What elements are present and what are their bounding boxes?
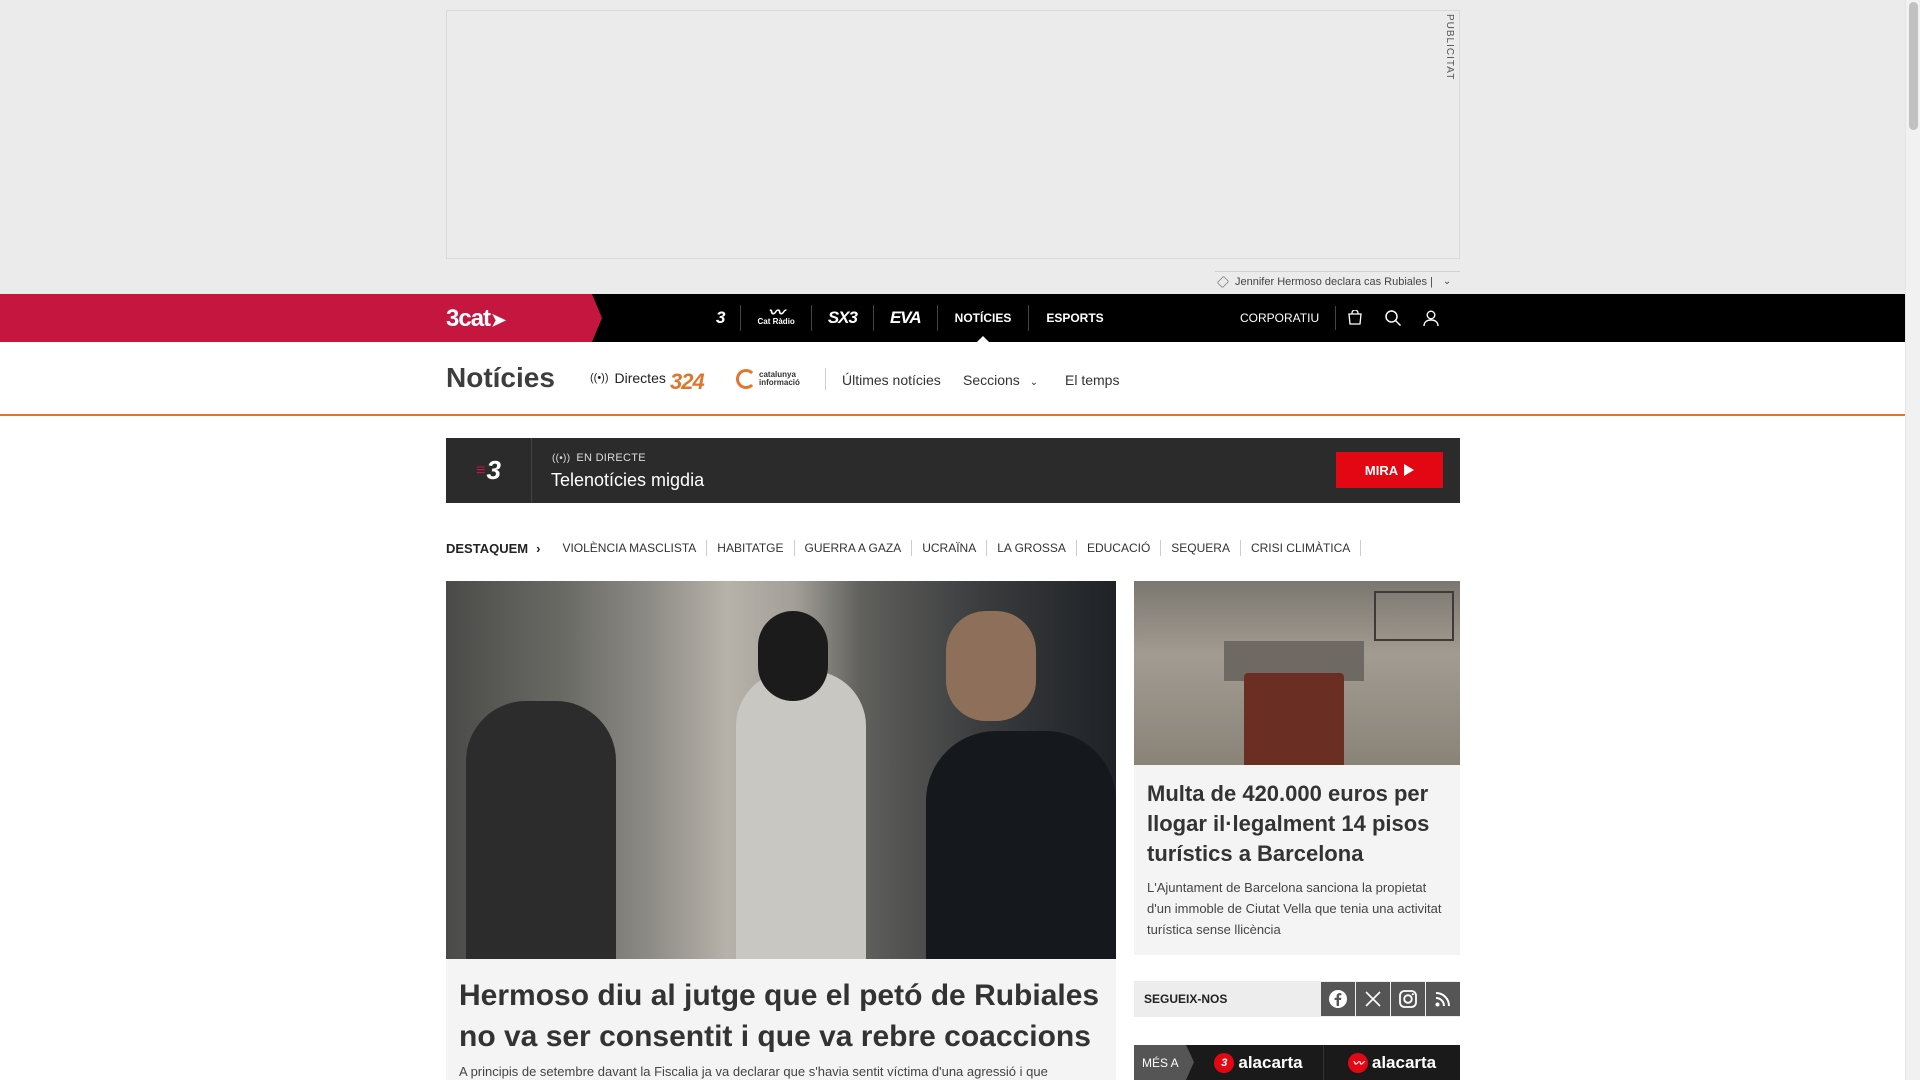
rss-icon[interactable] (1426, 982, 1460, 1016)
instagram-icon[interactable] (1391, 982, 1425, 1016)
ad-label: PUBLICITAT (1444, 14, 1455, 81)
photo-building (1244, 673, 1344, 765)
tv3-logo-icon: 3 (716, 308, 726, 327)
live-tag-text: EN DIRECTE (576, 452, 646, 464)
logo-cat-text: catalunya informació (759, 371, 800, 387)
catradio-alacarta-link[interactable]: 〰 alacarta (1324, 1045, 1460, 1080)
topic-tag[interactable]: HABITATGE (707, 540, 795, 556)
alacarta-label: alacarta (1238, 1052, 1303, 1072)
play-icon (1404, 464, 1415, 476)
nav-noticies[interactable]: NOTÍCIES (938, 305, 1030, 342)
brand-logo[interactable]: 3cat➤ (446, 305, 506, 333)
channel-eva[interactable]: EVA (874, 305, 938, 331)
logo-324[interactable]: 324 (670, 369, 705, 395)
scrollbar-thumb[interactable] (1909, 2, 1918, 130)
topic-tag[interactable]: EDUCACIÓ (1077, 540, 1162, 556)
chevron-down-icon[interactable]: ⌄ (1443, 276, 1451, 287)
watch-label: MIRA (1364, 462, 1399, 478)
featured-topics: DESTAQUEM › VIOLÈNCIA MASCLISTA HABITATG… (446, 538, 1362, 558)
x-icon[interactable] (1356, 982, 1390, 1016)
main-article-lead: A principis de setembre davant la Fiscal… (459, 1064, 1048, 1079)
el-temps-link[interactable]: El temps (1065, 372, 1119, 388)
eva-logo-icon: EVA (889, 308, 922, 327)
tv3-alacarta-link[interactable]: 3 alacarta (1194, 1045, 1324, 1080)
featured-heading-label: DESTAQUEM (446, 540, 529, 556)
follow-us-label: SEGUEIX-NOS (1144, 992, 1228, 1006)
photo-figure (946, 611, 1036, 721)
photo-figure (926, 731, 1116, 959)
side-article-title[interactable]: Multa de 420.000 euros per llogar il·leg… (1147, 779, 1452, 869)
logo-cat-line2: informació (759, 378, 800, 387)
divider (825, 368, 826, 390)
facebook-icon[interactable] (1321, 982, 1355, 1016)
live-title: Telenotícies migdia (551, 470, 705, 490)
page-scrollbar[interactable] (1905, 0, 1920, 1080)
catradio-label: Cat Ràdio (757, 317, 795, 326)
tag-icon (1216, 275, 1230, 288)
topic-tag[interactable]: SEQUERA (1161, 540, 1241, 556)
main-article-title[interactable]: Hermoso diu al jutge que el petó de Rubi… (459, 975, 1109, 1057)
ultimes-noticies-link[interactable]: Últimes notícies (842, 372, 941, 388)
topic-tag[interactable]: GUERRA A GAZA (795, 540, 913, 556)
photo-building (1374, 591, 1454, 641)
directes-link[interactable]: ((•)) Directes (590, 370, 666, 386)
brand-block (0, 294, 602, 342)
brand-logo-text: 3cat (446, 305, 491, 332)
watch-button[interactable]: MIRA (1336, 452, 1443, 488)
topic-tag[interactable]: UCRAÏNA (912, 540, 988, 556)
broadcast-icon: ((•)) (552, 452, 571, 464)
photo-figure (736, 671, 866, 959)
topic-tag[interactable]: VIOLÈNCIA MASCLISTA (552, 540, 708, 556)
ad-zone: PUBLICITAT Jennifer Hermoso declara cas … (0, 0, 1905, 294)
ad-banner[interactable] (446, 10, 1460, 259)
channel-sx3[interactable]: SX3 (812, 305, 874, 331)
photo-figure (466, 701, 616, 959)
follow-us-bar: SEGUEIX-NOS (1134, 981, 1460, 1017)
alacarta-bar: MÉS A 3 alacarta 〰 alacarta (1134, 1045, 1460, 1080)
main-article-photo[interactable] (446, 581, 1116, 959)
brand-arrow-icon: ➤ (491, 310, 506, 330)
logo-catalunya-informacio[interactable]: catalunya informació (736, 369, 800, 389)
chevron-down-icon: ⌄ (1029, 377, 1039, 388)
tv3-channel-logo: ≡ 3 (446, 438, 532, 503)
nav-esports[interactable]: ESPORTS (1029, 305, 1120, 331)
main-article-card: Hermoso diu al jutge que el petó de Rubi… (446, 959, 1116, 1080)
seccions-dropdown[interactable]: Seccions ⌄ (963, 372, 1038, 388)
channel-nav: 3 〰 Cat Ràdio SX3 EVA NOTÍCIES ESPORTS (700, 294, 1121, 342)
channel-catradio[interactable]: 〰 Cat Ràdio (741, 305, 812, 331)
shop-icon[interactable] (1336, 294, 1374, 342)
section-title[interactable]: Notícies (446, 362, 555, 394)
catradio-alacarta-icon: 〰 (1347, 1052, 1368, 1073)
mes-a-label: MÉS A (1134, 1045, 1194, 1080)
tv3-alacarta-icon: 3 (1214, 1052, 1235, 1073)
ci-logo-icon (736, 369, 756, 389)
topic-tag[interactable]: CRISI CLIMÀTICA (1241, 540, 1362, 556)
live-banner[interactable]: ≡ 3 ((•)) EN DIRECTE Telenotícies migdia … (446, 438, 1460, 503)
ad-ticker[interactable]: Jennifer Hermoso declara cas Rubiales | … (1215, 271, 1460, 291)
channel-tv3[interactable]: 3 (700, 305, 742, 331)
user-icon[interactable] (1412, 294, 1450, 342)
search-icon[interactable] (1374, 294, 1412, 342)
sx3-logo-icon: SX3 (827, 308, 858, 327)
live-channel: 3 (486, 455, 501, 485)
top-bar: 3cat➤ 3 〰 Cat Ràdio SX3 EVA NOTÍCIES ESPO… (0, 294, 1905, 342)
tv3-bars-icon: ≡ (476, 461, 486, 479)
live-tag: ((•)) EN DIRECTE (552, 452, 646, 464)
section-nav: Notícies ((•)) Directes 324 catalunya inf… (0, 342, 1905, 416)
side-article-photo[interactable] (1134, 581, 1460, 765)
side-article-lead: L'Ajuntament de Barcelona sanciona la pr… (1147, 880, 1442, 937)
seccions-label: Seccions (963, 372, 1020, 388)
directes-label: Directes (614, 370, 666, 386)
broadcast-icon: ((•)) (590, 372, 609, 384)
alacarta-label: alacarta (1371, 1052, 1437, 1072)
chevron-right-icon: › (536, 540, 541, 556)
featured-heading[interactable]: DESTAQUEM › (446, 541, 552, 556)
logo-324-text: 324 (670, 369, 705, 394)
corporatiu-link[interactable]: CORPORATIU (1240, 306, 1337, 330)
photo-figure (758, 611, 828, 701)
side-article-card: Multa de 420.000 euros per llogar il·leg… (1134, 765, 1460, 955)
top-right-nav: CORPORATIU (1240, 294, 1450, 342)
topic-tag[interactable]: LA GROSSA (987, 540, 1077, 556)
ad-ticker-text: Jennifer Hermoso declara cas Rubiales | (1235, 275, 1433, 288)
